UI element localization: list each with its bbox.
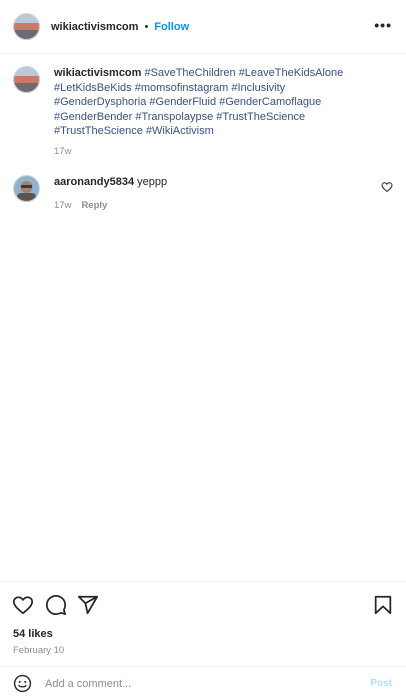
more-options-icon[interactable]: •••: [374, 18, 392, 32]
hashtag[interactable]: #Transpolaypse: [135, 111, 213, 123]
comment-avatar[interactable]: [13, 175, 40, 202]
comment-body: aaronandy5834 yeppp 17w Reply: [54, 175, 167, 211]
hashtag[interactable]: #LeaveTheKidsAlone: [239, 67, 344, 79]
follow-button[interactable]: Follow: [154, 21, 189, 33]
comment-text-line: aaronandy5834 yeppp: [54, 175, 167, 190]
post-header: wikiactivismcom • Follow •••: [0, 0, 406, 54]
hashtag[interactable]: #LetKidsBeKids: [54, 82, 132, 94]
add-comment-bar: Post: [0, 666, 406, 700]
comment-item: aaronandy5834 yeppp 17w Reply: [13, 175, 393, 211]
bookmark-icon[interactable]: [372, 594, 394, 616]
caption: wikiactivismcom #SaveTheChildren #LeaveT…: [13, 66, 393, 157]
comment-username[interactable]: aaronandy5834: [54, 176, 134, 188]
comment-heart-icon[interactable]: [381, 181, 393, 193]
hashtag[interactable]: #TrustTheScience: [54, 125, 143, 137]
comment-icon[interactable]: [45, 594, 67, 616]
separator-dot: •: [144, 20, 149, 33]
post-date[interactable]: February 10: [13, 645, 64, 656]
reply-button[interactable]: Reply: [81, 200, 107, 211]
comments-section: wikiactivismcom #SaveTheChildren #LeaveT…: [0, 54, 406, 581]
caption-avatar[interactable]: [13, 66, 40, 93]
hashtag[interactable]: #GenderDysphoria: [54, 96, 146, 108]
hashtag[interactable]: #TrustTheScience: [216, 111, 305, 123]
hashtag[interactable]: #GenderCamoflague: [219, 96, 321, 108]
action-bar: 54 likes February 10: [0, 581, 406, 665]
caption-text: wikiactivismcom #SaveTheChildren #LeaveT…: [54, 66, 354, 139]
avatar[interactable]: [13, 13, 40, 40]
caption-username[interactable]: wikiactivismcom: [54, 67, 141, 79]
post-button[interactable]: Post: [370, 678, 392, 689]
comment-text: yeppp: [137, 176, 168, 188]
share-icon[interactable]: [77, 594, 99, 616]
hashtag[interactable]: #GenderBender: [54, 111, 132, 123]
comment-time[interactable]: 17w: [54, 200, 71, 211]
hashtag[interactable]: #momsofinstagram: [135, 82, 229, 94]
caption-body: wikiactivismcom #SaveTheChildren #LeaveT…: [54, 66, 354, 157]
hashtag[interactable]: #SaveTheChildren: [145, 67, 236, 79]
header-username[interactable]: wikiactivismcom: [51, 21, 138, 33]
caption-time[interactable]: 17w: [54, 146, 354, 157]
likes-count[interactable]: 54 likes: [13, 628, 53, 640]
hashtag[interactable]: #WikiActivism: [146, 125, 214, 137]
heart-icon[interactable]: [12, 594, 34, 616]
comment-input[interactable]: [45, 677, 345, 690]
comment-meta: 17w Reply: [54, 200, 167, 211]
hashtag[interactable]: #Inclusivity: [231, 82, 285, 94]
emoji-icon[interactable]: [13, 674, 32, 693]
hashtag[interactable]: #GenderFluid: [149, 96, 216, 108]
